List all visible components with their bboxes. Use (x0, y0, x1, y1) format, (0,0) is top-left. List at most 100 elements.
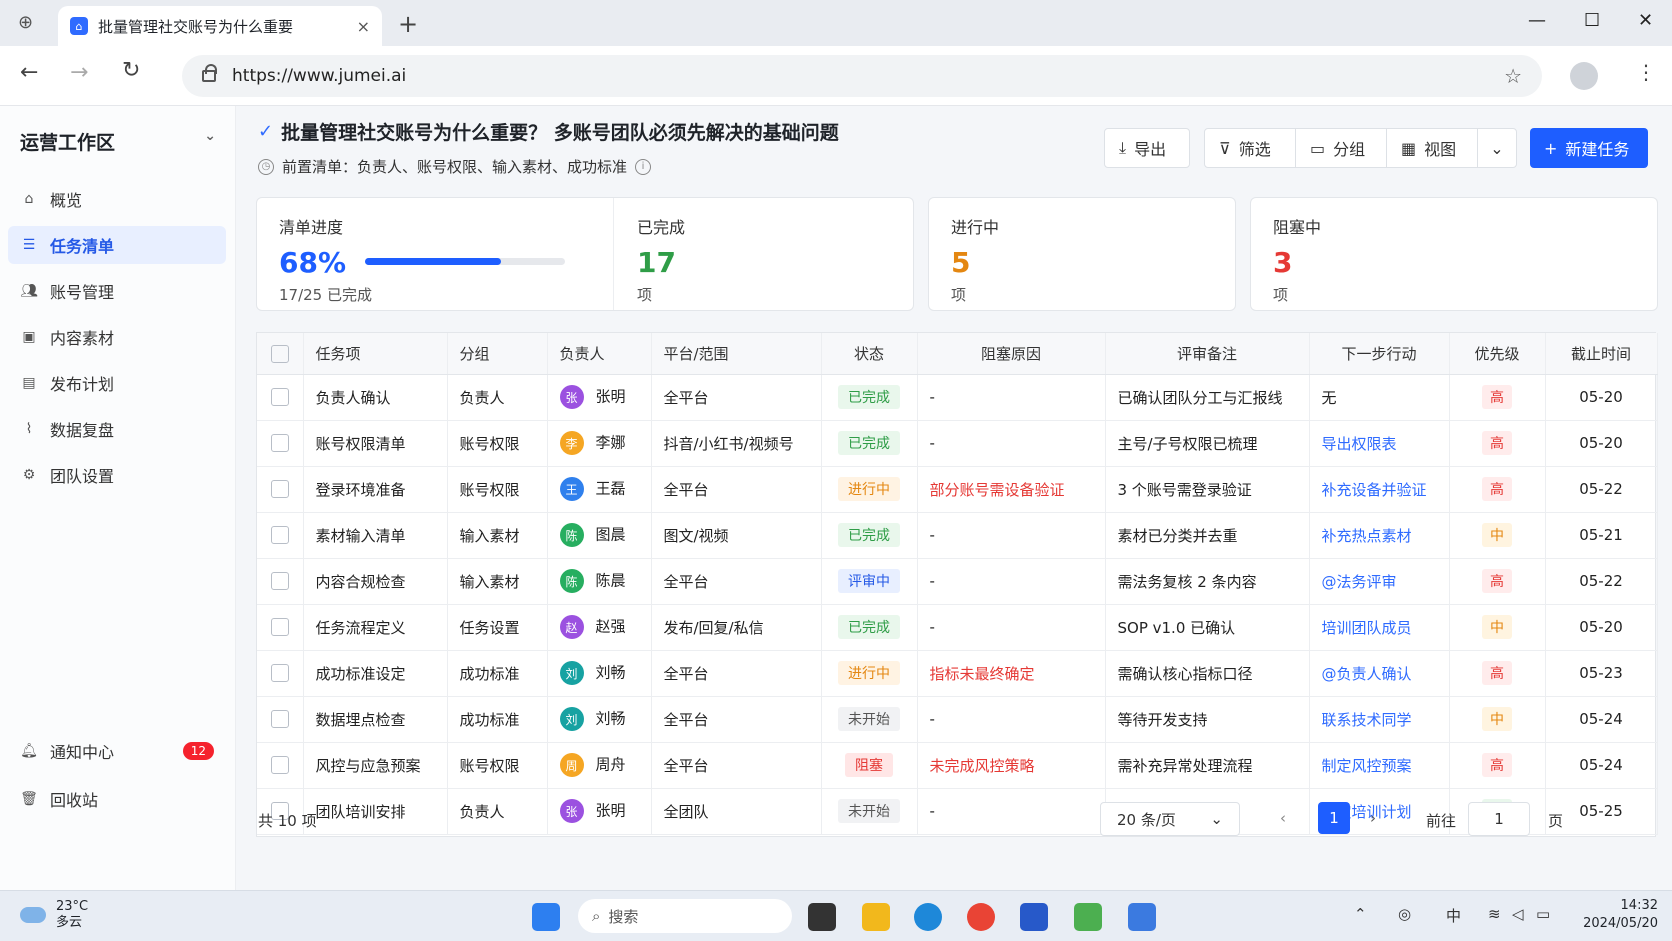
browser-tab[interactable]: ⌂ 批量管理社交账号为什么重要 × (58, 6, 382, 46)
weather-widget[interactable]: 23°C 多云 (20, 899, 88, 931)
sidebar-item-overview[interactable]: ⌂ 概览 (8, 180, 226, 218)
next-action[interactable]: 补充热点素材 (1309, 512, 1450, 559)
select-all-checkbox[interactable] (270, 344, 289, 363)
next-action[interactable]: @负责人确认 (1309, 650, 1450, 697)
task-name[interactable]: 成功标准设定 (303, 650, 448, 697)
info-icon[interactable]: i (635, 158, 652, 175)
table-row[interactable]: 内容合规检查 输入素材陈陈晨 全平台 评审中 - 需法务复核 2 条内容 @法务评审高 05-… (257, 558, 1658, 605)
file-explorer-icon[interactable] (862, 903, 890, 931)
next-action[interactable]: 补充设备并验证 (1309, 466, 1450, 513)
table-row[interactable]: 风控与应急预案 账号权限周周舟 全平台 阻塞 未完成风控策略 需补充异常处理流程 制定风控预… (257, 742, 1658, 789)
status-badge[interactable]: 评审中 (838, 569, 900, 593)
row-checkbox[interactable] (270, 480, 289, 499)
new-tab-button[interactable]: + (398, 10, 418, 38)
store-icon[interactable] (1020, 903, 1048, 931)
task-name[interactable]: 风控与应急预案 (303, 742, 448, 789)
task-name[interactable]: 素材输入清单 (303, 512, 448, 559)
table-row[interactable]: 成功标准设定 成功标准刘刘畅 全平台 进行中 指标未最终确定 需确认核心指标口径 @负责人确… (257, 650, 1658, 697)
task-name[interactable]: 数据埋点检查 (303, 696, 448, 743)
table-row[interactable]: 素材输入清单 输入素材陈图晨 图文/视频 已完成 - 素材已分类并去重 补充热点素材中 05-… (257, 512, 1658, 559)
sidebar-item-accounts[interactable]: 👥︎ 账号管理 (8, 272, 226, 310)
task-name[interactable]: 账号权限清单 (303, 420, 448, 467)
column-header[interactable]: 截止时间 (1545, 333, 1658, 375)
sidebar-item-assets[interactable]: ▣ 内容素材 (8, 318, 226, 356)
chrome-browser-icon[interactable] (967, 903, 995, 931)
task-view-icon[interactable] (808, 903, 836, 931)
table-row[interactable]: 任务流程定义 任务设置赵赵强 发布/回复/私信 已完成 - SOP v1.0 已确认 培训团… (257, 604, 1658, 651)
view-button[interactable]: ▦ 视图 (1386, 128, 1478, 168)
new-task-button[interactable]: + 新建任务 (1530, 128, 1648, 168)
page-number-current[interactable]: 1 (1318, 802, 1350, 834)
sidebar-item-notifications[interactable]: 🔔︎ 通知中心 12 (8, 732, 226, 770)
taskbar-search[interactable]: ⌕ 搜索 (578, 899, 792, 933)
status-badge[interactable]: 已完成 (838, 523, 900, 547)
profile-avatar-icon[interactable] (1570, 62, 1598, 90)
forward-icon[interactable]: → (70, 60, 88, 85)
back-icon[interactable]: ← (20, 60, 38, 85)
export-button[interactable]: ⤓ 导出 (1104, 128, 1190, 168)
wifi-icon[interactable]: ≋ (1488, 905, 1501, 923)
workspace-switcher[interactable]: 运营工作区 ⌄ (20, 128, 216, 155)
status-badge[interactable]: 阻塞 (845, 753, 893, 777)
table-row[interactable]: 数据埋点检查 成功标准刘刘畅 全平台 未开始 - 等待开发支持 联系技术同学中 05-24 (257, 696, 1658, 743)
task-name[interactable]: 登录环境准备 (303, 466, 448, 513)
prev-page-icon[interactable]: ‹ (1280, 809, 1286, 827)
tab-close-icon[interactable]: × (357, 17, 370, 36)
status-badge[interactable]: 未开始 (838, 707, 900, 731)
notepad-app-icon[interactable] (1128, 903, 1156, 931)
row-checkbox[interactable] (270, 756, 289, 775)
column-header[interactable]: 分组 (447, 333, 548, 375)
column-header[interactable]: 评审备注 (1105, 333, 1310, 375)
tray-chevron-up-icon[interactable]: ⌃ (1354, 905, 1367, 923)
next-action[interactable]: 制定风控预案 (1309, 742, 1450, 789)
column-header[interactable]: 负责人 (547, 333, 652, 375)
row-checkbox[interactable] (270, 572, 289, 591)
column-header[interactable]: 优先级 (1449, 333, 1546, 375)
battery-icon[interactable]: ▭ (1536, 905, 1550, 923)
taskbar-clock[interactable]: 14:32 2024/05/20 (1564, 897, 1658, 933)
task-name[interactable]: 负责人确认 (303, 374, 448, 421)
next-action[interactable]: @法务评审 (1309, 558, 1450, 605)
tray-app-icon[interactable]: ◎ (1398, 905, 1411, 923)
status-badge[interactable]: 已完成 (838, 431, 900, 455)
status-badge[interactable]: 已完成 (838, 385, 900, 409)
reload-icon[interactable]: ↻ (122, 58, 140, 83)
status-badge[interactable]: 进行中 (838, 661, 900, 685)
windows-start-icon[interactable] (532, 903, 560, 931)
bookmark-star-icon[interactable]: ☆ (1504, 64, 1522, 88)
sidebar-item-trash[interactable]: 🗑︎ 回收站 (8, 780, 226, 818)
window-close-icon[interactable]: ✕ (1638, 10, 1653, 31)
status-badge[interactable]: 已完成 (838, 615, 900, 639)
sidebar-item-team-settings[interactable]: ⚙ 团队设置 (8, 456, 226, 494)
filter-button[interactable]: ⊽ 筛选 (1204, 128, 1296, 168)
column-header[interactable]: 阻塞原因 (917, 333, 1106, 375)
status-badge[interactable]: 进行中 (838, 477, 900, 501)
sidebar-item-task-list[interactable]: ☰ 任务清单 (8, 226, 226, 264)
edge-browser-icon[interactable] (914, 903, 942, 931)
row-checkbox[interactable] (270, 664, 289, 683)
page-size-select[interactable]: 20 条/页 ⌄ (1100, 802, 1240, 836)
next-action[interactable]: 联系技术同学 (1309, 696, 1450, 743)
browser-menu-icon[interactable]: ⋮ (1636, 60, 1656, 84)
next-page-icon[interactable]: › (1370, 809, 1376, 827)
group-button[interactable]: ▭ 分组 (1295, 128, 1387, 168)
row-checkbox[interactable] (270, 526, 289, 545)
column-header[interactable]: 下一步行动 (1309, 333, 1450, 375)
minimize-icon[interactable]: — (1528, 10, 1546, 31)
sidebar-item-publish-plan[interactable]: ▤ 发布计划 (8, 364, 226, 402)
volume-icon[interactable]: ◁ (1512, 905, 1524, 923)
photos-app-icon[interactable] (1074, 903, 1102, 931)
task-name[interactable]: 任务流程定义 (303, 604, 448, 651)
column-header[interactable]: 平台/范围 (651, 333, 822, 375)
table-row[interactable]: 负责人确认 负责人张张明 全平台 已完成 - 已确认团队分工与汇报线无高 05-20 (257, 374, 1658, 421)
row-checkbox[interactable] (270, 618, 289, 637)
url-bar[interactable]: https://www.jumei.ai ☆ (182, 55, 1542, 97)
goto-page-input[interactable]: 1 (1468, 802, 1530, 836)
maximize-icon[interactable]: ☐ (1584, 10, 1600, 31)
task-name[interactable]: 内容合规检查 (303, 558, 448, 605)
row-checkbox[interactable] (270, 434, 289, 453)
table-row[interactable]: 登录环境准备 账号权限王王磊 全平台 进行中 部分账号需设备验证 3 个账号需登录验证 补充… (257, 466, 1658, 513)
tab-search-icon[interactable]: ⊕ (18, 12, 33, 33)
column-header[interactable]: 任务项 (303, 333, 448, 375)
view-dropdown-button[interactable]: ⌄ (1477, 128, 1517, 168)
